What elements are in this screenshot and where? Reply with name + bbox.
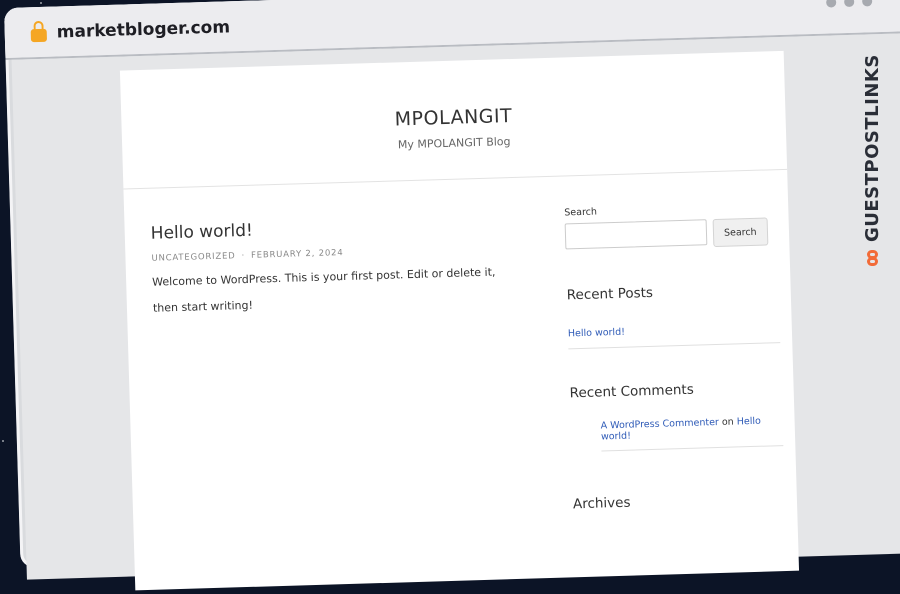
post-title[interactable]: Hello world! [150, 221, 253, 244]
archives-heading: Archives [572, 494, 631, 513]
star [2, 440, 4, 442]
recent-posts-heading: Recent Posts [566, 284, 654, 304]
recent-comment-item: A WordPress Commenter on Hello world! [600, 415, 784, 452]
window-controls [826, 0, 873, 8]
sidebar: Search Search Recent Posts Hello world! … [564, 201, 785, 512]
watermark-text: GUESTPOSTLINKS [862, 54, 883, 242]
lock-icon [30, 28, 48, 43]
post-category-link[interactable]: UNCATEGORIZED [151, 251, 235, 263]
address-bar-url[interactable]: marketbloger.com [56, 17, 230, 42]
meta-separator: · [241, 250, 246, 262]
star [40, 2, 42, 4]
recent-post-link[interactable]: Hello world! [568, 327, 625, 340]
comment-author-link[interactable]: A WordPress Commenter [600, 417, 719, 432]
recent-post-item: Hello world! [567, 315, 781, 350]
blog-page: MPOLANGIT My MPOLANGIT Blog Hello world!… [119, 50, 800, 591]
post-content: Welcome to WordPress. This is your first… [152, 265, 496, 315]
header-divider [123, 168, 788, 190]
window-dot-icon[interactable] [844, 0, 855, 8]
guestpostlinks-watermark: GUESTPOSTLINKS [862, 54, 883, 266]
search-button[interactable]: Search [712, 217, 769, 248]
search-form: Search [564, 217, 778, 251]
recent-comments-heading: Recent Comments [569, 381, 694, 402]
search-input[interactable] [564, 219, 708, 250]
browser-window: marketbloger.com MPOLANGIT My MPOLANGIT … [4, 0, 900, 591]
window-dot-icon[interactable] [862, 0, 873, 7]
search-label: Search [564, 206, 598, 219]
link-chain-icon [864, 248, 882, 266]
window-dot-icon[interactable] [826, 0, 837, 8]
browser-viewport: MPOLANGIT My MPOLANGIT Blog Hello world!… [11, 32, 900, 591]
comment-on-text: on [721, 416, 734, 428]
post-date-link[interactable]: FEBRUARY 2, 2024 [251, 248, 344, 261]
post-meta: UNCATEGORIZED · FEBRUARY 2, 2024 [151, 248, 343, 264]
